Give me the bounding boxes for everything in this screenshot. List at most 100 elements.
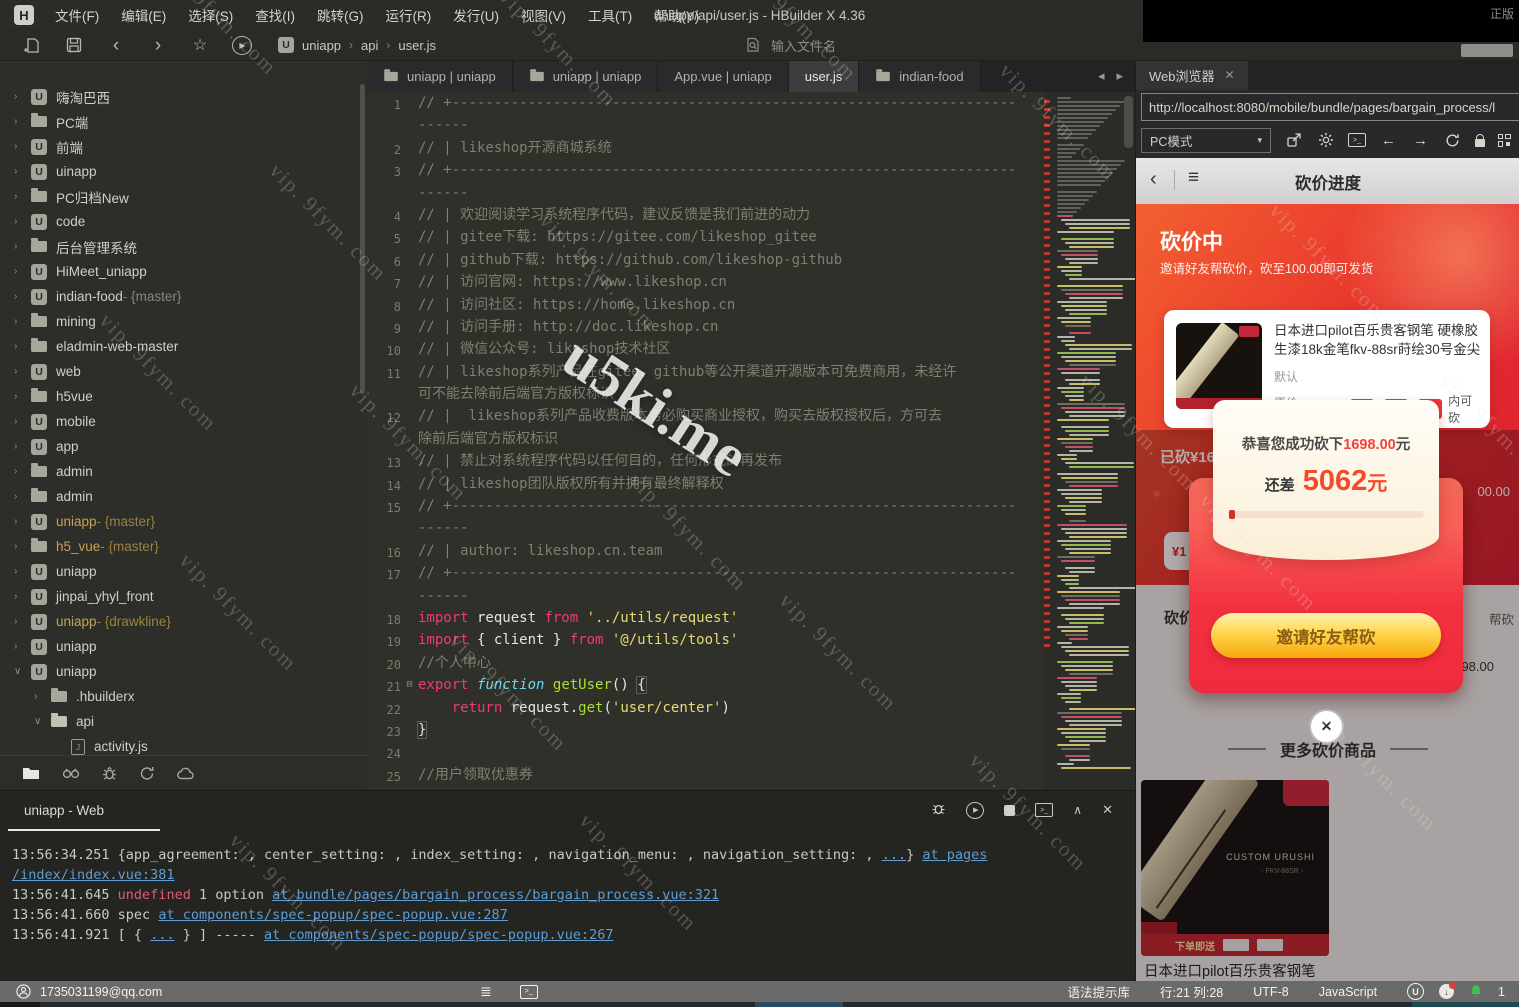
save-icon[interactable] — [64, 35, 84, 55]
browser-forward-icon[interactable]: → — [1411, 131, 1430, 150]
tree-item-HiMeet_uniapp[interactable]: ›UHiMeet_uniapp — [0, 259, 367, 284]
tree-item-PC端[interactable]: ›PC端 — [0, 109, 367, 134]
browser-tab-close-icon[interactable]: ✕ — [1225, 68, 1235, 82]
lock-icon[interactable] — [1475, 139, 1485, 147]
encoding-label[interactable]: UTF-8 — [1253, 985, 1288, 999]
console-close-icon[interactable]: ✕ — [1102, 802, 1113, 818]
tree-item-前端[interactable]: ›U前端 — [0, 134, 367, 159]
tree-item-h5vue[interactable]: ›h5vue — [0, 384, 367, 409]
tree-item-code[interactable]: ›Ucode — [0, 209, 367, 234]
tree-item-api[interactable]: ∨api — [0, 709, 367, 734]
tree-item-admin[interactable]: ›admin — [0, 459, 367, 484]
breadcrumb-item-0[interactable]: uniapp — [302, 38, 341, 53]
console-terminal-icon[interactable]: >_ — [1035, 803, 1053, 817]
console-tab[interactable]: uniapp - Web — [24, 803, 104, 818]
uniapp-status-icon[interactable]: U — [1407, 983, 1424, 1000]
tree-item-uniapp[interactable]: ›Uuniapp - {drawkline} — [0, 609, 367, 634]
status-terminal-icon[interactable]: >_ — [520, 985, 538, 999]
tree-item-后台管理系统[interactable]: ›后台管理系统 — [0, 234, 367, 259]
tree-item-嗨淘巴西[interactable]: ›U嗨淘巴西 — [0, 84, 367, 109]
overview-ruler[interactable] — [1043, 60, 1051, 790]
console-link[interactable]: ... — [882, 847, 906, 863]
menu-item-3[interactable]: 查找(I) — [244, 0, 306, 30]
editor-tab-App.vue-uniapp[interactable]: App.vue | uniapp — [658, 60, 788, 92]
tree-item-app[interactable]: ›Uapp — [0, 434, 367, 459]
new-file-icon[interactable] — [22, 35, 42, 55]
language-label[interactable]: JavaScript — [1319, 985, 1377, 999]
open-external-icon[interactable] — [1284, 131, 1303, 150]
tree-item-mobile[interactable]: ›Umobile — [0, 409, 367, 434]
update-download-icon[interactable]: ↓ — [1439, 984, 1454, 999]
tree-item-uniapp[interactable]: ∨Uuniapp — [0, 659, 367, 684]
notification-bell-icon[interactable] — [1469, 984, 1483, 999]
tree-item-uniapp[interactable]: ›Uuniapp — [0, 559, 367, 584]
tree-item-uinapp[interactable]: ›Uuinapp — [0, 159, 367, 184]
breadcrumb-item-1[interactable]: api — [361, 38, 378, 53]
tree-item-admin[interactable]: ›admin — [0, 484, 367, 509]
menu-item-1[interactable]: 编辑(E) — [110, 0, 177, 30]
settings-gear-icon[interactable] — [1316, 131, 1335, 150]
cursor-position-label[interactable]: 行:21 列:28 — [1160, 982, 1223, 1001]
tree-item-.hbuilderx[interactable]: ›.hbuilderx — [0, 684, 367, 709]
console-link[interactable]: ... — [150, 927, 174, 943]
minimap-viewport[interactable] — [1124, 96, 1133, 148]
cloud-tab-icon[interactable] — [177, 767, 195, 780]
editor-tab-uniapp-uniapp[interactable]: uniapp | uniapp — [513, 60, 659, 92]
browser-url-bar[interactable]: http://localhost:8080/mobile/bundle/page… — [1141, 93, 1519, 121]
device-mode-select[interactable]: PC模式 ▾ — [1141, 128, 1271, 153]
tree-item-mining[interactable]: ›mining — [0, 309, 367, 334]
browser-goto-chip[interactable] — [1461, 44, 1513, 57]
breadcrumb-item-2[interactable]: user.js — [398, 38, 436, 53]
tree-item-jinpai_yhyl_front[interactable]: ›Ujinpai_yhyl_front — [0, 584, 367, 609]
favorite-star-icon[interactable]: ☆ — [190, 35, 210, 55]
browser-refresh-icon[interactable] — [1443, 131, 1462, 150]
tree-item-h5_vue[interactable]: ›h5_vue - {master} — [0, 534, 367, 559]
menu-item-6[interactable]: 发行(U) — [442, 0, 510, 30]
tree-item-PC归档New[interactable]: ›PC归档New — [0, 184, 367, 209]
console-link[interactable]: /index/index.vue:381 — [12, 867, 175, 883]
sidebar-scrollbar[interactable] — [360, 84, 365, 394]
minimap[interactable] — [1051, 92, 1135, 790]
console-debug-icon[interactable] — [931, 801, 946, 819]
menu-item-5[interactable]: 运行(R) — [375, 0, 443, 30]
tree-item-uniapp[interactable]: ›Uuniapp — [0, 634, 367, 659]
explorer-tab-icon[interactable] — [22, 766, 40, 780]
console-link[interactable]: at components/spec-popup/spec-popup.vue:… — [264, 927, 614, 943]
browser-back-icon[interactable]: ← — [1379, 131, 1398, 150]
editor-tab-user.js[interactable]: user.js — [789, 60, 860, 92]
status-account[interactable]: 1735031199@qq.com — [16, 984, 162, 999]
editor-tab-indian-food[interactable]: indian-food — [859, 60, 980, 92]
console-restart-icon[interactable]: ▶ — [966, 802, 984, 819]
outline-list-icon[interactable]: ≣ — [480, 983, 492, 1000]
browser-tab[interactable]: Web浏览器 ✕ — [1136, 60, 1248, 90]
tree-item-web[interactable]: ›Uweb — [0, 359, 367, 384]
menu-item-0[interactable]: 文件(F) — [44, 0, 110, 30]
console-link[interactable]: at components/spec-popup/spec-popup.vue:… — [158, 907, 508, 923]
search-tab-icon[interactable] — [62, 767, 80, 780]
tree-item-indian-food[interactable]: ›Uindian-food - {master} — [0, 284, 367, 309]
file-search[interactable]: 输入文件名 — [745, 30, 836, 60]
menu-item-4[interactable]: 跳转(G) — [306, 0, 375, 30]
code-editor[interactable]: 1// +-----------------------------------… — [367, 92, 1043, 790]
debug-tab-icon[interactable] — [102, 766, 117, 781]
menu-item-2[interactable]: 选择(S) — [177, 0, 244, 30]
console-collapse-icon[interactable]: ∧ — [1073, 803, 1082, 817]
tree-item-uniapp[interactable]: ›Uuniapp - {master} — [0, 509, 367, 534]
console-link[interactable]: at bundle/pages/bargain_process/bargain_… — [272, 887, 719, 903]
invite-friends-button[interactable]: 邀请好友帮砍 — [1211, 613, 1441, 658]
menu-item-8[interactable]: 工具(T) — [577, 0, 643, 30]
tab-scroll-left-icon[interactable]: ◂ — [1098, 68, 1105, 84]
console-stop-icon[interactable] — [1004, 805, 1015, 816]
syntax-lib-label[interactable]: 语法提示库 — [1068, 982, 1131, 1001]
modal-close-icon[interactable]: ✕ — [1311, 711, 1342, 742]
run-icon[interactable]: ▶ — [232, 35, 252, 55]
qrcode-icon[interactable] — [1498, 134, 1511, 147]
console-link[interactable]: at pages — [922, 847, 987, 863]
tab-scroll-right-icon[interactable]: ▸ — [1116, 68, 1123, 84]
sync-tab-icon[interactable] — [139, 766, 155, 781]
nav-back-icon[interactable]: ‹ — [106, 35, 126, 55]
browser-console-icon[interactable]: >_ — [1348, 133, 1366, 147]
nav-forward-icon[interactable]: › — [148, 35, 168, 55]
tree-item-eladmin-web-master[interactable]: ›eladmin-web-master — [0, 334, 367, 359]
menu-item-7[interactable]: 视图(V) — [510, 0, 577, 30]
